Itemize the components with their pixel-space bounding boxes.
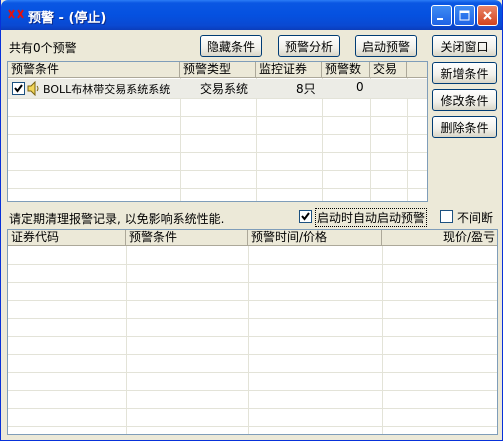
col-header-type[interactable]: 预警类型 [180, 62, 256, 78]
row-securities: 8只 [296, 82, 316, 96]
checkmark-icon [14, 84, 23, 93]
row-condition: BOLL布林带交易系统系统 [43, 83, 171, 96]
cleanup-notice: 请定期清理报警记录, 以免影响系统性能. [9, 212, 225, 226]
col-header-time-price[interactable]: 预警时间/价格 [248, 230, 382, 246]
minimize-icon [437, 18, 443, 20]
row-count: 0 [356, 80, 364, 94]
title-bar[interactable]: 预警 - (停止) [1, 0, 502, 30]
auto-start-checkbox[interactable] [299, 210, 312, 223]
warning-analysis-button[interactable]: 预警分析 [278, 35, 340, 57]
col-header-count[interactable]: 预警数 [322, 62, 370, 78]
col-header-code[interactable]: 证券代码 [8, 230, 126, 246]
row-enable-checkbox[interactable] [12, 82, 25, 95]
maximize-icon [459, 10, 470, 21]
col-header-condition[interactable]: 预警条件 [8, 62, 180, 78]
close-icon [483, 11, 492, 20]
records-table-header: 证券代码 预警条件 预警时间/价格 现价/盈亏 [8, 230, 497, 246]
warning-count-label: 共有0个预警 [9, 41, 77, 55]
auto-start-label[interactable]: 启动时自动启动预警 [315, 208, 428, 227]
conditions-table-header: 预警条件 预警类型 监控证券 预警数 交易 [8, 62, 427, 78]
col-header-trade[interactable]: 交易 [370, 62, 407, 78]
close-window-button[interactable]: 关闭窗口 [432, 35, 497, 57]
start-warning-button[interactable]: 启动预警 [355, 35, 417, 57]
row-type: 交易系统 [200, 82, 249, 96]
minimize-button[interactable] [431, 5, 452, 26]
no-interrupt-label[interactable]: 不间断 [457, 209, 493, 226]
col-header-price-pnl[interactable]: 现价/盈亏 [382, 230, 497, 246]
maximize-button[interactable] [454, 5, 475, 26]
warning-window: 预警 - (停止) 共有0个预警 隐藏条件 预警分析 启动预警 关闭窗口 新增条… [0, 0, 503, 441]
conditions-table[interactable]: 预警条件 预警类型 监控证券 预警数 交易 BOLL布林带交易系统系统 交易系统 [7, 61, 428, 202]
col-header-condition[interactable]: 预警条件 [126, 230, 248, 246]
window-title: 预警 - (停止) [28, 11, 107, 26]
delete-condition-button[interactable]: 删除条件 [432, 116, 497, 138]
no-interrupt-checkbox[interactable] [440, 210, 453, 223]
table-row[interactable]: BOLL布林带交易系统系统 交易系统 8只 0 [8, 79, 427, 98]
col-header-securities[interactable]: 监控证券 [256, 62, 322, 78]
add-condition-button[interactable]: 新增条件 [432, 62, 497, 84]
speaker-icon [27, 81, 39, 96]
checkmark-icon [301, 212, 310, 221]
hide-conditions-button[interactable]: 隐藏条件 [200, 35, 262, 57]
close-button[interactable] [477, 5, 498, 26]
warning-logo-icon [8, 9, 24, 19]
records-table[interactable]: 证券代码 预警条件 预警时间/价格 现价/盈亏 [7, 229, 498, 435]
modify-condition-button[interactable]: 修改条件 [432, 89, 497, 111]
